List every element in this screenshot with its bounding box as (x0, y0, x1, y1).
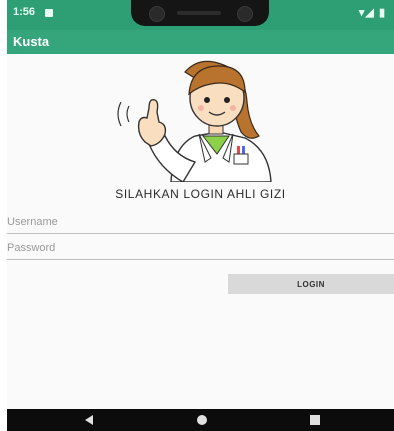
phone-screen: 1:56 ▾◢ ▮ Kusta SILAHKAN LOGIN AHLI GIZI… (7, 0, 394, 431)
home-icon[interactable] (197, 415, 207, 425)
status-time: 1:56 (13, 6, 36, 18)
navigation-bar (7, 409, 394, 431)
notification-icon (45, 9, 53, 17)
password-field[interactable] (7, 237, 394, 260)
login-button[interactable]: LOGIN (228, 274, 394, 294)
status-bar: 1:56 ▾◢ ▮ (7, 0, 394, 30)
camera-notch (131, 0, 269, 26)
back-icon[interactable] (85, 415, 93, 425)
username-field[interactable] (7, 211, 394, 234)
camera-icon (149, 6, 165, 22)
signal-battery-icons: ▾◢ ▮ (358, 7, 386, 19)
speaker-grille (177, 11, 221, 15)
recents-icon[interactable] (310, 415, 320, 425)
app-bar: Kusta (7, 30, 394, 54)
doctor-waving-illustration (117, 60, 272, 182)
camera-icon (237, 6, 253, 22)
app-title: Kusta (13, 34, 50, 49)
login-heading: SILAHKAN LOGIN AHLI GIZI (115, 187, 286, 201)
